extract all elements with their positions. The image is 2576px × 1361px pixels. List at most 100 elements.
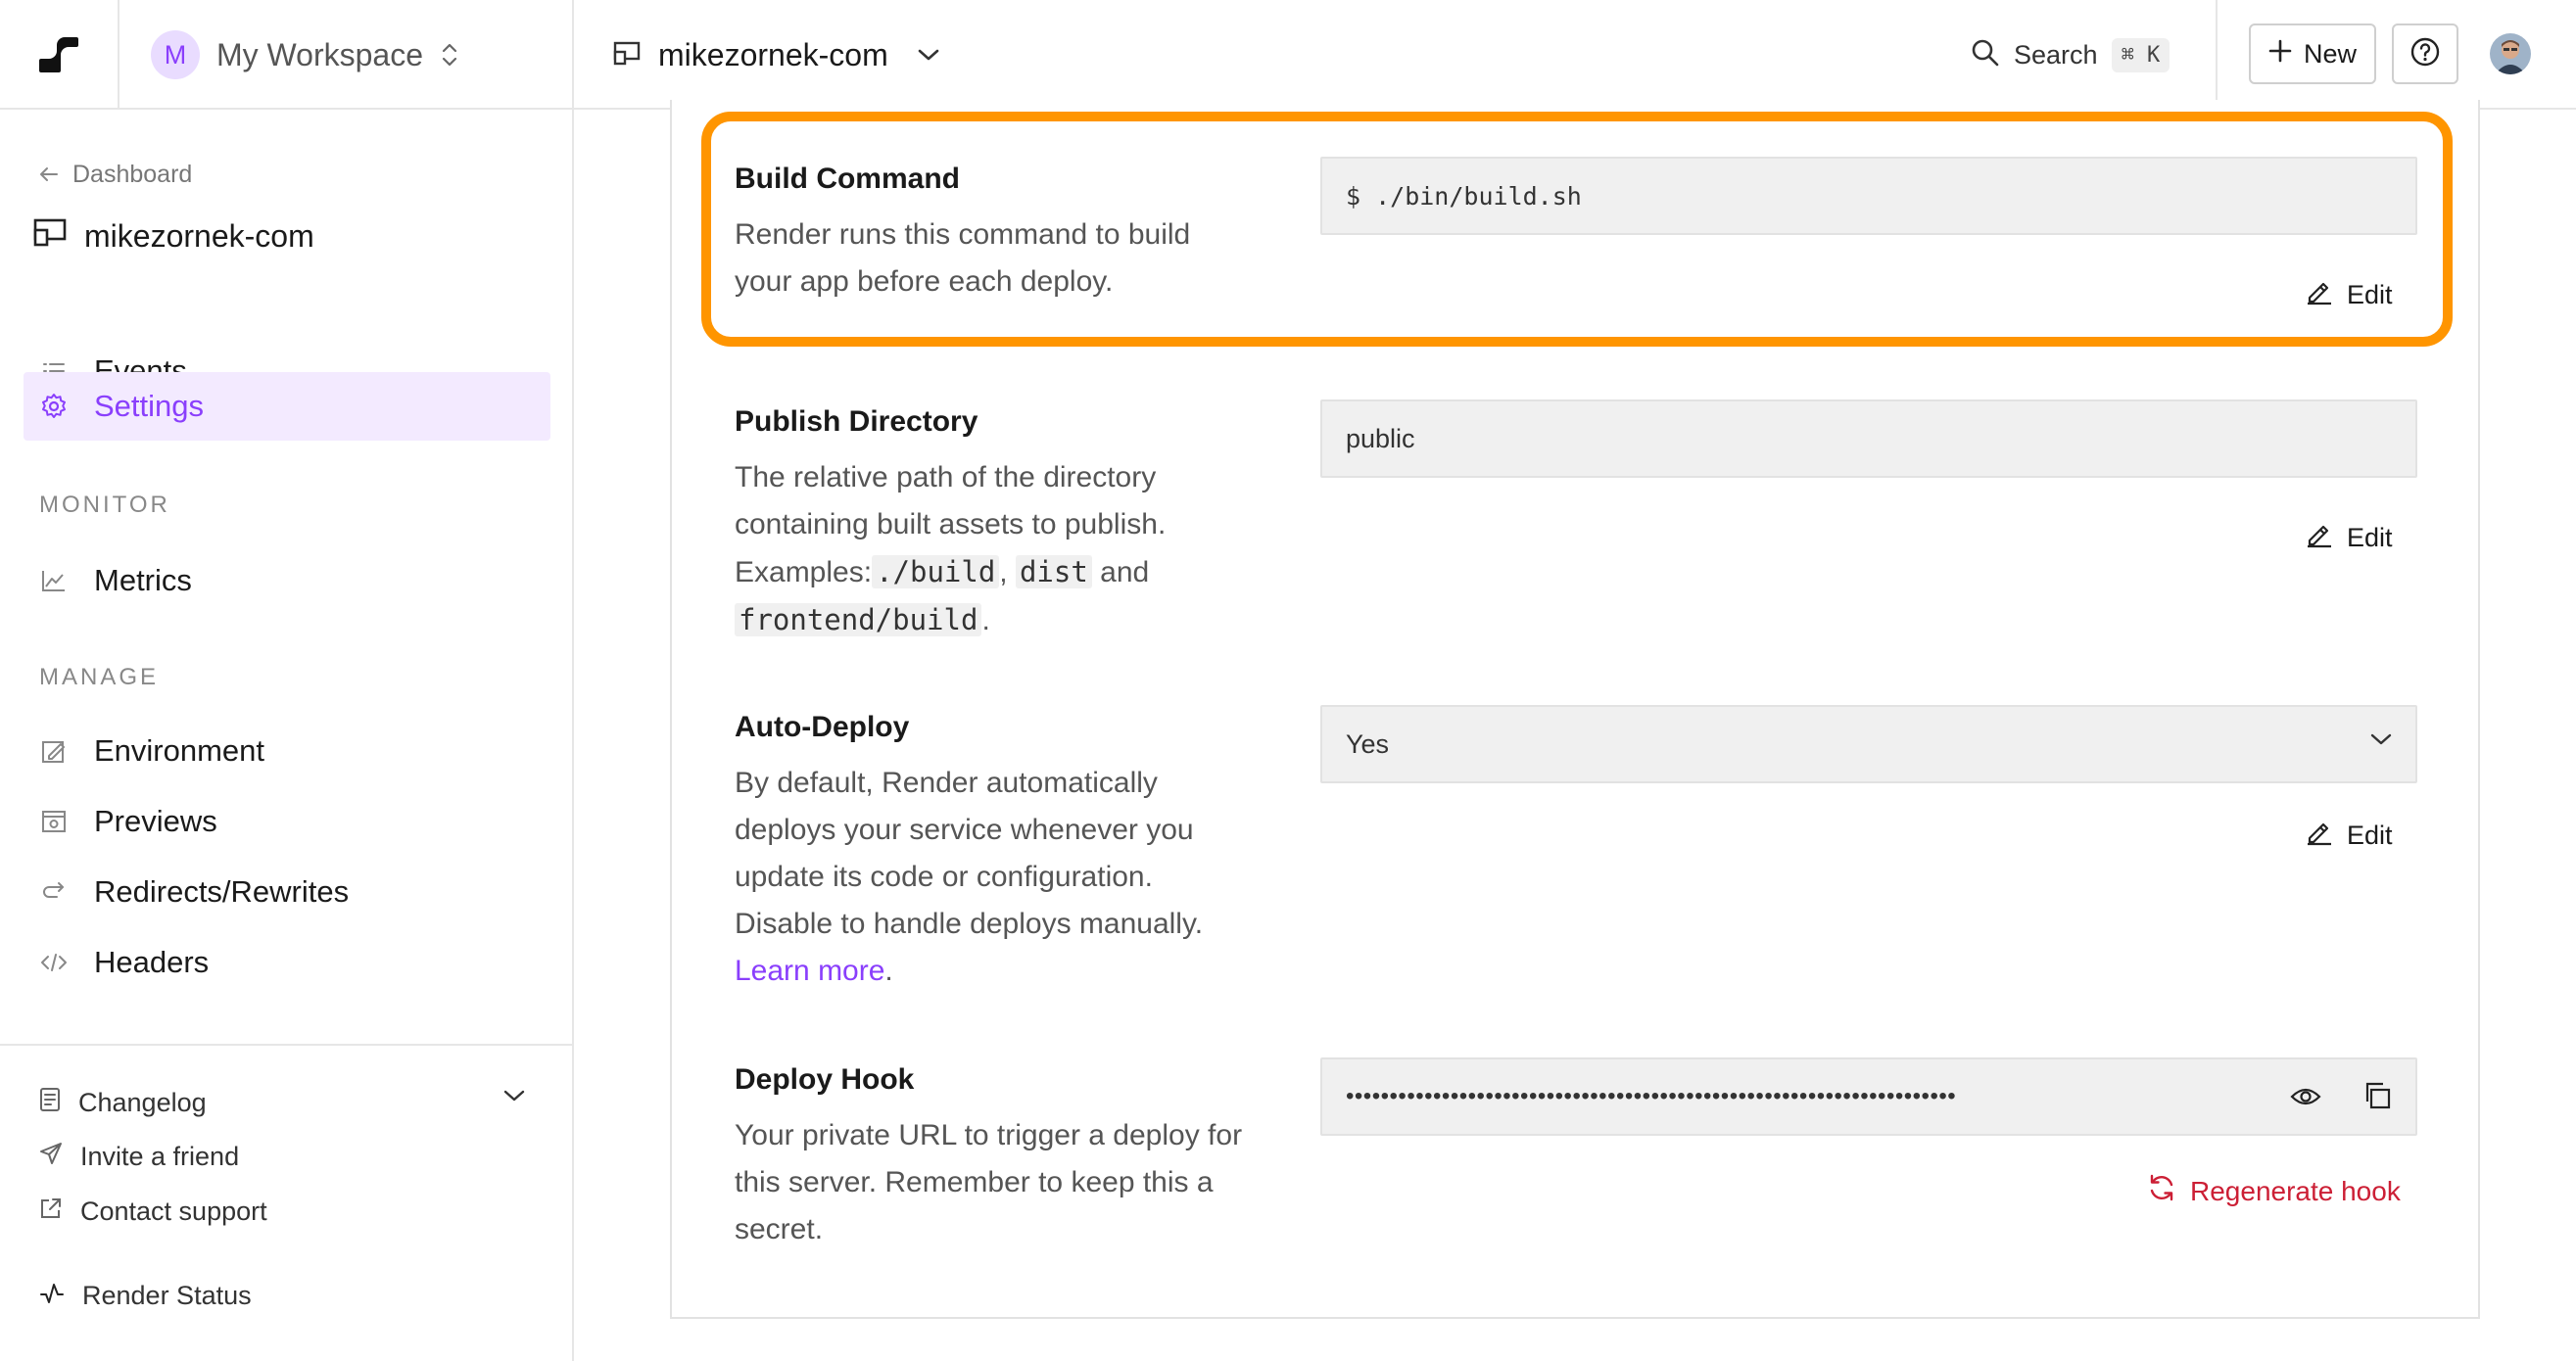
service-switcher[interactable]: mikezornek-com <box>613 0 939 110</box>
document-icon <box>39 1087 61 1119</box>
new-button[interactable]: New <box>2249 23 2376 84</box>
sidebar-item-headers[interactable]: Headers <box>24 928 550 997</box>
search-label: Search <box>2014 39 2098 70</box>
sidebar-item-previews[interactable]: Previews <box>24 787 550 856</box>
end: . <box>884 955 893 987</box>
auto-deploy-title: Auto-Deploy <box>735 711 910 743</box>
chevron-down-icon[interactable] <box>503 1089 525 1107</box>
sidebar-divider <box>0 1044 572 1046</box>
learn-more-link[interactable]: Learn more <box>735 955 884 987</box>
static-site-icon <box>613 40 641 70</box>
sidebar-item-label: Environment <box>94 733 265 768</box>
deploy-hook-description: Your private URL to trigger a deploy for… <box>735 1119 1243 1245</box>
user-avatar[interactable] <box>2490 33 2531 74</box>
redirect-icon <box>39 881 69 903</box>
auto-deploy-description: By default, Render automatically deploys… <box>735 760 1244 995</box>
sidebar-item-redirects-rewrites[interactable]: Redirects/Rewrites <box>24 858 550 926</box>
search-shortcut: ⌘ K <box>2111 37 2171 72</box>
auto-deploy-value: Yes <box>1346 728 1390 759</box>
refresh-icon <box>2147 1173 2176 1209</box>
plus-icon <box>2268 39 2292 70</box>
send-icon <box>39 1142 63 1172</box>
edit-label: Edit <box>2347 821 2393 850</box>
publish-directory-title: Publish Directory <box>735 405 978 438</box>
invite-friend-link[interactable]: Invite a friend <box>39 1142 239 1172</box>
auto-deploy-edit-button[interactable]: Edit <box>2306 819 2393 853</box>
workspace-avatar: M <box>151 30 200 79</box>
deploy-hook-title: Deploy Hook <box>735 1063 915 1096</box>
back-label: Dashboard <box>72 161 193 188</box>
auto-deploy-desc-text: By default, Render automatically deploys… <box>735 767 1204 940</box>
chevron-down-icon <box>2370 732 2392 746</box>
sidebar-item-label: Settings <box>94 389 205 423</box>
top-bar: M My Workspace mikezornek-com Search ⌘ K… <box>0 0 2576 110</box>
render-status-label: Render Status <box>82 1281 252 1310</box>
deploy-hook-field: ••••••••••••••••••••••••••••••••••••••••… <box>1320 1057 2417 1136</box>
static-site-icon <box>33 217 67 255</box>
publish-directory-description: The relative path of the directory conta… <box>735 454 1244 644</box>
gear-icon <box>39 393 69 420</box>
preview-icon <box>39 810 69 833</box>
logo-cell[interactable] <box>0 0 119 110</box>
build-command-title: Build Command <box>735 163 960 195</box>
chevron-up-down-icon <box>441 41 458 69</box>
render-status-link[interactable]: Render Status <box>39 1281 252 1311</box>
workspace-name: My Workspace <box>216 36 424 72</box>
external-link-icon <box>39 1197 63 1227</box>
regenerate-hook-button[interactable]: Regenerate hook <box>2147 1173 2401 1209</box>
pulse-icon <box>39 1281 65 1311</box>
sidebar-item-label: Previews <box>94 804 217 838</box>
sidebar-item-label: Metrics <box>94 563 192 597</box>
copy-icon[interactable] <box>2362 1081 2392 1110</box>
regenerate-hook-label: Regenerate hook <box>2190 1175 2401 1206</box>
sidebar-item-settings[interactable]: Settings <box>24 372 550 441</box>
publish-directory-field: public <box>1320 399 2417 478</box>
sep: , <box>999 556 1008 588</box>
workspace-switcher[interactable]: M My Workspace <box>119 0 574 110</box>
edit-label: Edit <box>2347 523 2393 552</box>
sidebar-service-name: mikezornek-com <box>84 217 314 254</box>
end: . <box>981 604 990 636</box>
auto-deploy-select[interactable]: Yes <box>1320 705 2417 783</box>
back-to-dashboard-link[interactable]: Dashboard <box>39 161 192 189</box>
pencil-icon <box>2306 521 2333 555</box>
example-dist: dist <box>1015 555 1092 588</box>
example-build: ./build <box>872 555 1000 588</box>
environment-icon <box>39 738 69 764</box>
question-circle-icon <box>2409 36 2441 72</box>
render-logo-icon[interactable] <box>37 35 80 74</box>
contact-support-link[interactable]: Contact support <box>39 1197 267 1227</box>
edit-label: Edit <box>2347 280 2393 309</box>
example-frontend-build: frontend/build <box>735 603 982 636</box>
new-button-label: New <box>2303 38 2357 69</box>
code-icon <box>39 953 69 972</box>
sidebar-service-title: mikezornek-com <box>33 217 314 255</box>
pencil-icon <box>2306 819 2333 853</box>
sidebar-item-environment[interactable]: Environment <box>24 717 550 785</box>
search-icon <box>1971 38 2000 72</box>
build-command-description: Render runs this command to build your a… <box>735 218 1191 298</box>
changelog-link[interactable]: Changelog <box>39 1087 207 1119</box>
sidebar-item-label: Redirects/Rewrites <box>94 874 350 909</box>
publish-directory-edit-button[interactable]: Edit <box>2306 521 2393 555</box>
manage-section-label: MANAGE <box>39 664 160 690</box>
sidebar-item-metrics[interactable]: Metrics <box>24 546 550 615</box>
build-command-field: $ ./bin/build.sh <box>1320 157 2417 235</box>
invite-label: Invite a friend <box>80 1142 240 1171</box>
service-name: mikezornek-com <box>658 36 888 72</box>
pencil-icon <box>2306 278 2333 312</box>
eye-icon[interactable] <box>2290 1083 2321 1110</box>
sidebar: Dashboard mikezornek-com Events Settings… <box>0 110 574 1361</box>
chevron-down-icon <box>918 48 939 62</box>
search-button[interactable]: Search ⌘ K <box>1971 29 2171 80</box>
chart-line-icon <box>39 569 69 592</box>
arrow-left-icon <box>39 161 59 189</box>
help-button[interactable] <box>2392 23 2458 84</box>
deploy-hook-masked-value: ••••••••••••••••••••••••••••••••••••••••… <box>1346 1083 1957 1109</box>
sidebar-item-label: Headers <box>94 945 210 979</box>
changelog-label: Changelog <box>78 1088 207 1117</box>
build-command-edit-button[interactable]: Edit <box>2306 278 2393 312</box>
sep: and <box>1100 556 1150 588</box>
main-content: Build Command Render runs this command t… <box>574 100 2576 1361</box>
support-label: Contact support <box>80 1197 267 1226</box>
